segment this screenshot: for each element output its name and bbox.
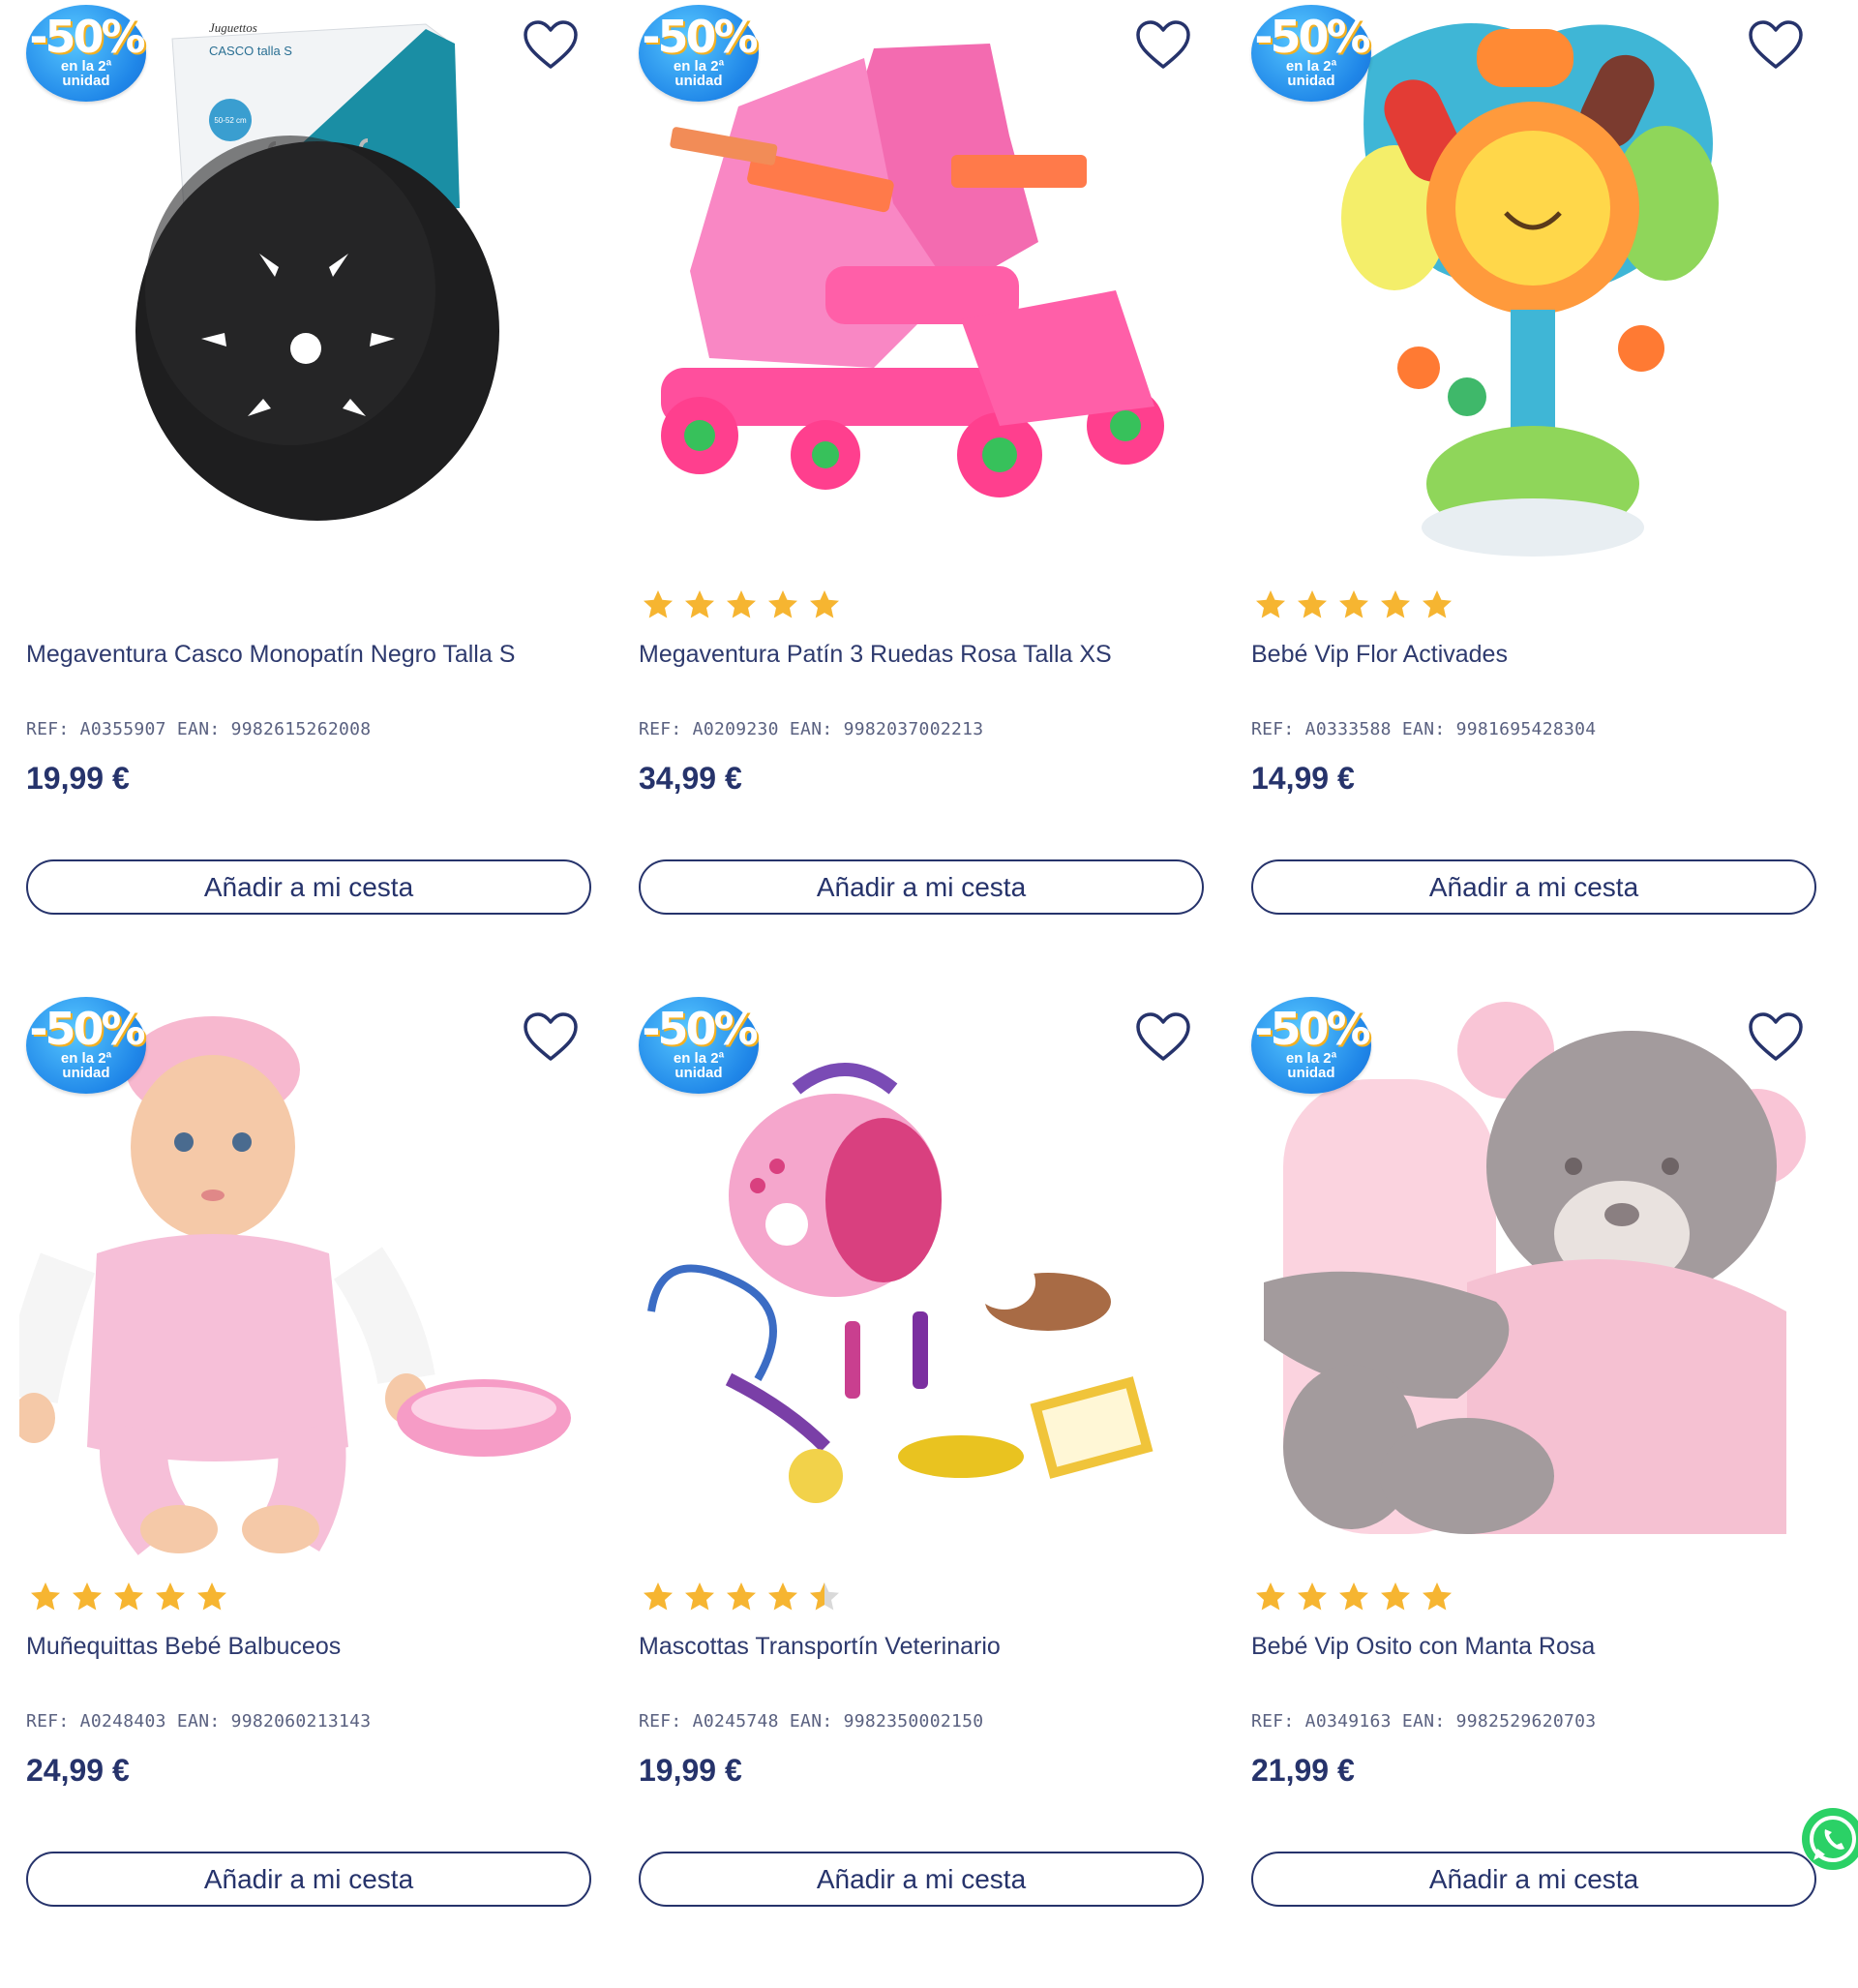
heart-outline-icon[interactable] [523, 1011, 579, 1062]
add-to-cart-button[interactable]: Añadir a mi cesta [26, 859, 591, 915]
star-icon [197, 1582, 226, 1611]
heart-outline-icon[interactable] [1748, 19, 1804, 70]
star-icon [1381, 1582, 1410, 1611]
whatsapp-button[interactable] [1802, 1808, 1858, 1870]
star-icon [727, 590, 756, 618]
discount-badge: -50% en la 2ª unidad [1251, 997, 1371, 1094]
rating-stars [29, 1581, 228, 1613]
product-title[interactable]: Megaventura Patín 3 Ruedas Rosa Talla XS [639, 641, 1112, 669]
badge-line2: unidad [674, 73, 723, 89]
star-icon [727, 1582, 756, 1611]
star-icon [1339, 590, 1368, 618]
star-icon [768, 1582, 797, 1611]
discount-badge: -50% en la 2ª unidad [26, 997, 146, 1094]
star-icon [1298, 590, 1327, 618]
discount-badge: -50% en la 2ª unidad [639, 997, 759, 1094]
product-ref: REF: A0333588 EAN: 9981695428304 [1251, 719, 1597, 739]
badge-discount: -50% [642, 1003, 758, 1055]
badge-line2: unidad [674, 1065, 723, 1081]
badge-discount: -50% [29, 1003, 145, 1055]
product-card: -50% en la 2ª unidad [1225, 0, 1838, 992]
star-icon [768, 590, 797, 618]
star-icon [1256, 1582, 1285, 1611]
heart-outline-icon[interactable] [523, 19, 579, 70]
product-title[interactable]: Mascottas Transportín Veterinario [639, 1633, 1001, 1661]
discount-badge: -50% en la 2ª unidad [26, 5, 146, 102]
star-half-icon [810, 1582, 839, 1611]
product-title[interactable]: Bebé Vip Osito con Manta Rosa [1251, 1633, 1595, 1661]
star-icon [73, 1582, 102, 1611]
badge-line2: unidad [62, 1065, 110, 1081]
badge-discount: -50% [1254, 1003, 1370, 1055]
rating-stars [1254, 1581, 1453, 1613]
star-icon [156, 1582, 185, 1611]
star-icon [1423, 590, 1452, 618]
badge-line2: unidad [1287, 1065, 1335, 1081]
product-card: -50% en la 2ª unidad [613, 0, 1225, 992]
product-ref: REF: A0248403 EAN: 9982060213143 [26, 1711, 372, 1732]
badge-discount: -50% [1254, 11, 1370, 63]
product-title[interactable]: Bebé Vip Flor Activades [1251, 641, 1508, 669]
product-card: -50% en la 2ª unidad [0, 992, 613, 1984]
star-icon [810, 590, 839, 618]
product-price: 19,99 € [639, 1753, 742, 1788]
product-ref: REF: A0245748 EAN: 9982350002150 [639, 1711, 984, 1732]
badge-line2: unidad [1287, 73, 1335, 89]
heart-outline-icon[interactable] [1135, 19, 1191, 70]
star-icon [1339, 1582, 1368, 1611]
discount-badge: -50% en la 2ª unidad [1251, 5, 1371, 102]
product-title[interactable]: Muñequittas Bebé Balbuceos [26, 1633, 341, 1661]
star-icon [685, 1582, 714, 1611]
package-brand: Juguettos [209, 20, 257, 35]
product-card: -50% en la 2ª unidad [613, 992, 1225, 1984]
product-price: 34,99 € [639, 761, 742, 796]
star-icon [1256, 590, 1285, 618]
add-to-cart-button[interactable]: Añadir a mi cesta [1251, 1852, 1816, 1907]
star-icon [1381, 590, 1410, 618]
star-icon [31, 1582, 60, 1611]
product-price: 19,99 € [26, 761, 130, 796]
star-icon [1423, 1582, 1452, 1611]
rating-stars [642, 588, 841, 621]
star-icon [644, 1582, 673, 1611]
badge-discount: -50% [29, 11, 145, 63]
discount-badge: -50% en la 2ª unidad [639, 5, 759, 102]
heart-outline-icon[interactable] [1135, 1011, 1191, 1062]
package-range: 50-52 cm [214, 116, 247, 125]
product-card: -50% en la 2ª unidad [1225, 992, 1838, 1984]
badge-line2: unidad [62, 73, 110, 89]
product-ref: REF: A0355907 EAN: 9982615262008 [26, 719, 372, 739]
rating-stars [642, 1581, 841, 1613]
star-icon [685, 590, 714, 618]
product-price: 21,99 € [1251, 1753, 1355, 1788]
badge-discount: -50% [642, 11, 758, 63]
star-icon [1298, 1582, 1327, 1611]
star-icon [644, 590, 673, 618]
product-price: 14,99 € [1251, 761, 1355, 796]
heart-outline-icon[interactable] [1748, 1011, 1804, 1062]
package-size: CASCO talla S [209, 44, 292, 58]
add-to-cart-button[interactable]: Añadir a mi cesta [639, 859, 1204, 915]
product-grid: -50% en la 2ª unidad Juguettos CASCO tal… [0, 0, 1858, 1984]
rating-stars [1254, 588, 1453, 621]
product-title[interactable]: Megaventura Casco Monopatín Negro Talla … [26, 641, 515, 669]
product-ref: REF: A0349163 EAN: 9982529620703 [1251, 1711, 1597, 1732]
add-to-cart-button[interactable]: Añadir a mi cesta [1251, 859, 1816, 915]
add-to-cart-button[interactable]: Añadir a mi cesta [26, 1852, 591, 1907]
product-ref: REF: A0209230 EAN: 9982037002213 [639, 719, 984, 739]
whatsapp-icon [1810, 1816, 1856, 1862]
star-icon [114, 1582, 143, 1611]
product-price: 24,99 € [26, 1753, 130, 1788]
add-to-cart-button[interactable]: Añadir a mi cesta [639, 1852, 1204, 1907]
product-card: -50% en la 2ª unidad Juguettos CASCO tal… [0, 0, 613, 992]
